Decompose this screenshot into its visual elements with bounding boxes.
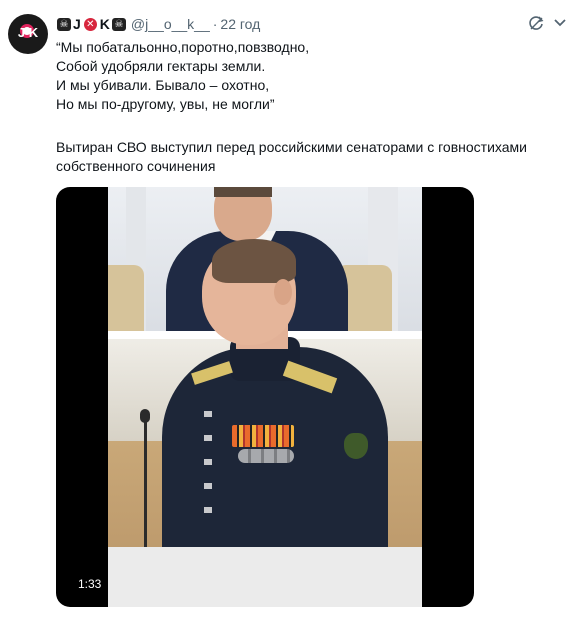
- timestamp[interactable]: 22 год: [220, 16, 260, 32]
- avatar-text: J K: [17, 25, 39, 40]
- author-name-part1: J: [73, 16, 81, 32]
- chair: [108, 265, 144, 335]
- speaker-ear: [274, 279, 292, 305]
- caption-line: Вытиран СВО выступил перед российскими с…: [56, 139, 527, 155]
- uniform-buttons: [204, 411, 212, 531]
- video-duration: 1:33: [78, 577, 102, 591]
- skull-icon: ☠: [111, 17, 126, 31]
- tweet-header: ☠ J ✕ K ☠ @j__o__k__ · 22 год: [56, 14, 260, 34]
- video-player[interactable]: 1:33: [56, 187, 474, 607]
- more-icon[interactable]: [553, 16, 567, 30]
- tweet-poem: “Мы побатальонно,поротно,повзводно, Собо…: [56, 38, 568, 114]
- author-name-part2: K: [99, 16, 110, 32]
- separator-dot: ·: [212, 16, 218, 32]
- medal-ribbons: [232, 425, 294, 447]
- skull-icon: ☠: [57, 17, 71, 31]
- sleeve-patch: [344, 433, 368, 459]
- poem-line: И мы убивали. Бывало – охотно,: [56, 77, 270, 93]
- poem-line: “Мы побатальонно,поротно,повзводно,: [56, 39, 310, 55]
- author-handle[interactable]: @j__o__k__: [131, 16, 210, 32]
- caption-line: собственного сочинения: [56, 158, 216, 174]
- video-frame: [108, 187, 422, 607]
- podium: [108, 547, 422, 607]
- microphone-icon: [140, 409, 150, 423]
- microphone-stand: [144, 417, 147, 557]
- poem-line: Собой удобряли гектары земли.: [56, 58, 266, 74]
- cross-icon: ✕: [83, 17, 97, 31]
- repeat-icon[interactable]: [527, 14, 545, 32]
- background-person-hair: [214, 187, 272, 197]
- tweet-caption: Вытиран СВО выступил перед российскими с…: [56, 138, 568, 176]
- medals: [238, 449, 294, 463]
- tweet: J K ☠ J ✕ K ☠ @j__o__k__ · 22 год “Мы по…: [0, 0, 571, 618]
- author-name[interactable]: ☠ J ✕ K ☠: [56, 16, 127, 32]
- avatar[interactable]: J K: [8, 14, 48, 54]
- speaker-hair: [212, 239, 296, 283]
- poem-line: Но мы по-другому, увы, не могли”: [56, 96, 275, 112]
